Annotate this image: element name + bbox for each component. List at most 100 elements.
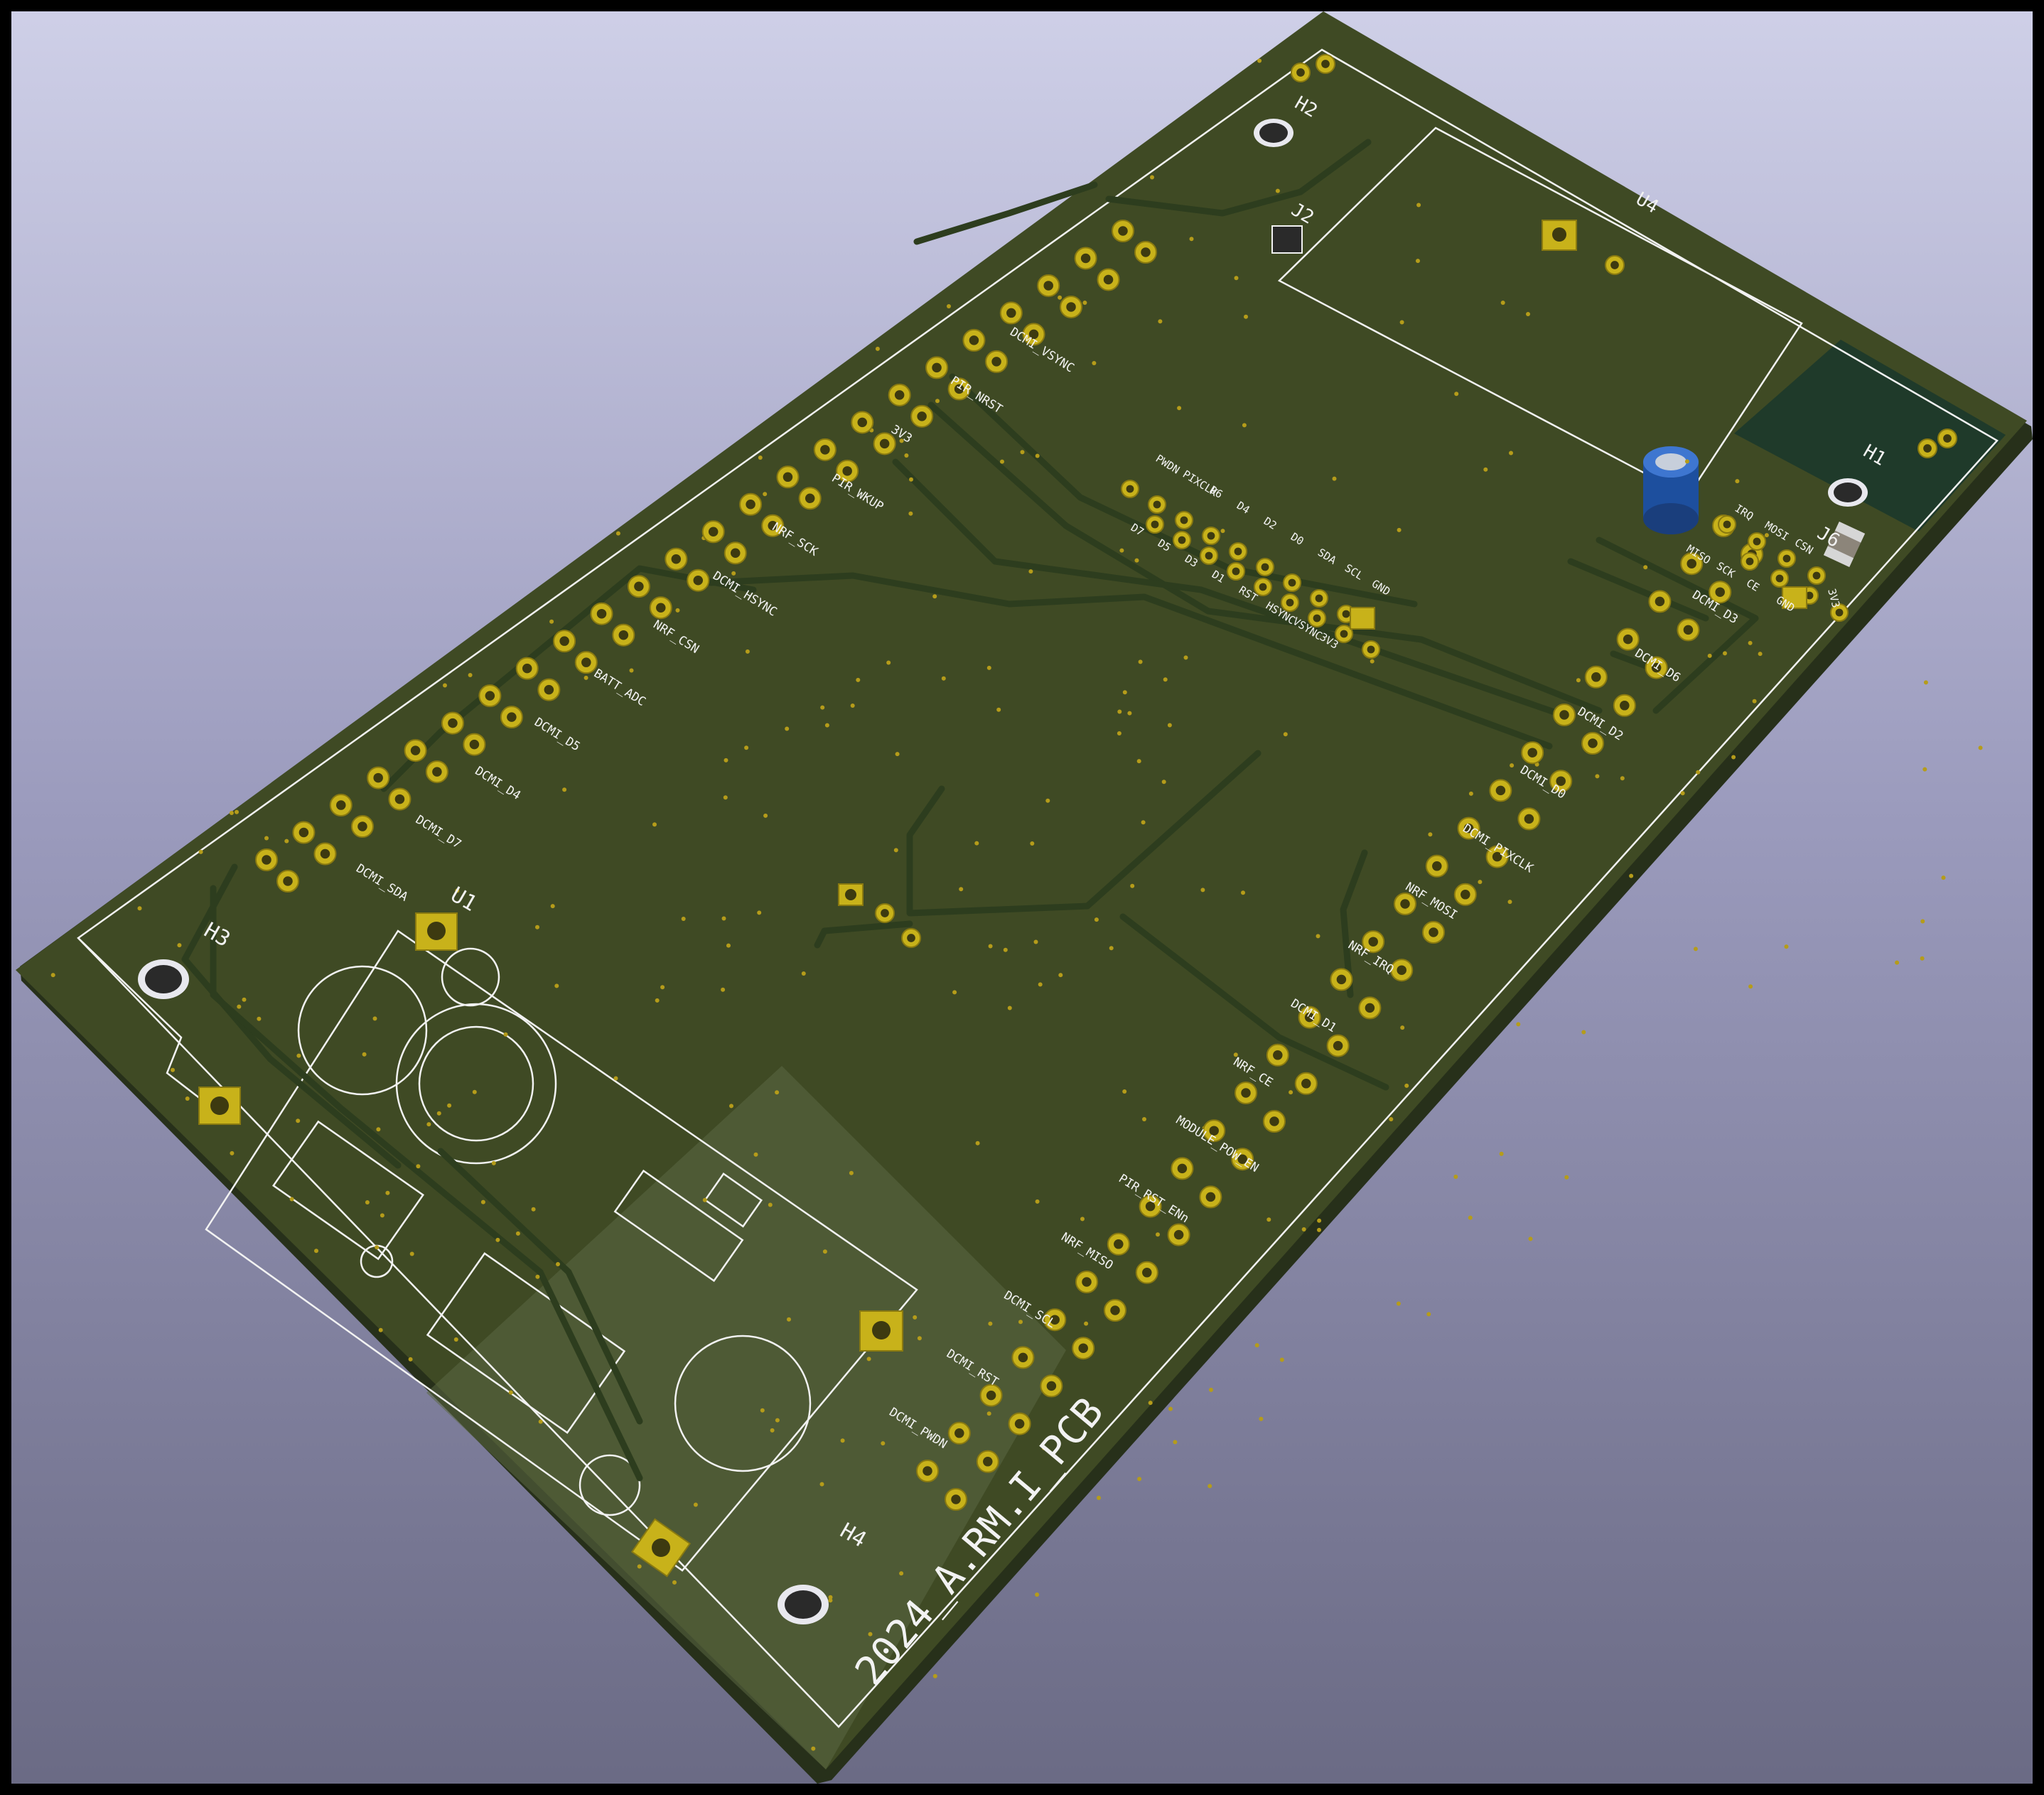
via xyxy=(801,971,806,976)
via xyxy=(1428,832,1433,837)
via xyxy=(988,1321,993,1326)
right-header-pin-drill xyxy=(1078,1343,1088,1353)
left-header-pin-drill xyxy=(879,438,890,449)
via xyxy=(1117,731,1121,735)
via xyxy=(770,1428,775,1433)
via xyxy=(1643,565,1648,570)
via xyxy=(1007,1006,1012,1010)
via xyxy=(1244,314,1248,319)
via xyxy=(763,492,768,497)
via xyxy=(1526,312,1530,316)
via xyxy=(1183,655,1188,660)
via xyxy=(1784,944,1789,949)
camera-header-pin-drill xyxy=(1178,536,1186,544)
via xyxy=(824,723,829,728)
via xyxy=(820,705,825,710)
left-header-pin-drill xyxy=(671,554,682,564)
via xyxy=(1137,1477,1142,1482)
via xyxy=(758,456,763,460)
left-header-pin-drill xyxy=(1066,302,1076,312)
via xyxy=(1723,651,1727,656)
via xyxy=(468,673,473,677)
via xyxy=(615,531,620,536)
via xyxy=(1731,755,1736,760)
left-header-pin-drill xyxy=(320,848,330,859)
via xyxy=(365,1200,370,1204)
via xyxy=(1141,820,1146,825)
via xyxy=(554,983,559,988)
via xyxy=(264,836,269,841)
via xyxy=(1173,1440,1178,1445)
via xyxy=(447,1103,452,1108)
left-header-pin-drill xyxy=(596,608,607,619)
via xyxy=(753,1152,758,1157)
right-header-pin-drill xyxy=(1687,559,1696,568)
right-header-pin-drill xyxy=(1461,890,1470,900)
via xyxy=(1257,58,1262,63)
right-header-pin-drill xyxy=(1365,1003,1375,1013)
right-header-pin-drill xyxy=(1683,625,1694,635)
via xyxy=(376,1127,381,1132)
via xyxy=(1507,900,1512,905)
via xyxy=(1234,276,1239,281)
via xyxy=(1920,919,1925,924)
via xyxy=(1693,947,1698,952)
via xyxy=(409,1251,414,1256)
via xyxy=(362,1052,367,1057)
via xyxy=(840,1438,845,1443)
left-header-pin-drill xyxy=(394,794,405,804)
via xyxy=(1528,1236,1533,1241)
left-header-pin-drill xyxy=(634,581,644,591)
via xyxy=(237,1004,242,1009)
via xyxy=(757,910,762,915)
via xyxy=(1163,677,1168,682)
via xyxy=(472,1089,477,1094)
via xyxy=(583,675,588,680)
right-header-pin-drill xyxy=(1429,927,1438,937)
via xyxy=(1097,1495,1101,1500)
pcb-3d-view: H2 J2 U4 H1 J6 U1 H3 H4 2024_A.RM.I_PCB … xyxy=(16,11,2033,1784)
right-header-pin-drill xyxy=(923,1466,932,1476)
right-header-pin-drill xyxy=(1495,785,1506,796)
via xyxy=(515,1231,520,1236)
right-header-pin-drill xyxy=(1559,710,1569,720)
via xyxy=(531,1207,536,1212)
via xyxy=(1058,295,1063,300)
via xyxy=(975,1141,980,1146)
via xyxy=(850,704,855,708)
left-header-pin-drill xyxy=(693,575,704,586)
right-header-pin-drill xyxy=(954,1428,964,1438)
right-header-pin-drill xyxy=(1269,1116,1279,1126)
via xyxy=(1130,883,1135,888)
via xyxy=(849,1170,854,1175)
via xyxy=(899,1571,904,1576)
via xyxy=(1035,453,1040,458)
via xyxy=(1564,1175,1569,1180)
via xyxy=(1404,1083,1409,1088)
right-header-pin-drill xyxy=(1114,1239,1124,1249)
camera-header-pin-drill xyxy=(1340,630,1348,638)
via xyxy=(1136,759,1141,764)
via xyxy=(426,1122,431,1127)
via xyxy=(1283,732,1288,737)
right-header-pin-drill xyxy=(1397,965,1406,975)
via xyxy=(1209,1387,1213,1392)
via xyxy=(729,1104,733,1109)
via xyxy=(904,453,909,458)
left-header-pin-drill xyxy=(842,466,852,476)
left-header-pin-drill xyxy=(857,417,868,428)
left-header-pin-drill xyxy=(746,500,755,510)
left-header-pin-drill xyxy=(507,712,517,722)
right-header-pin-drill xyxy=(1432,861,1442,871)
right-header-pin-drill xyxy=(1527,748,1537,758)
right-header-pin-drill xyxy=(1400,899,1410,909)
via xyxy=(1468,791,1473,796)
via xyxy=(760,1408,765,1413)
left-header-pin-drill xyxy=(432,767,442,777)
via xyxy=(1109,946,1114,951)
via xyxy=(1142,1117,1146,1121)
via xyxy=(1134,558,1139,563)
left-header-pin-drill xyxy=(298,827,309,838)
via xyxy=(538,1419,543,1424)
via xyxy=(1468,1215,1473,1220)
